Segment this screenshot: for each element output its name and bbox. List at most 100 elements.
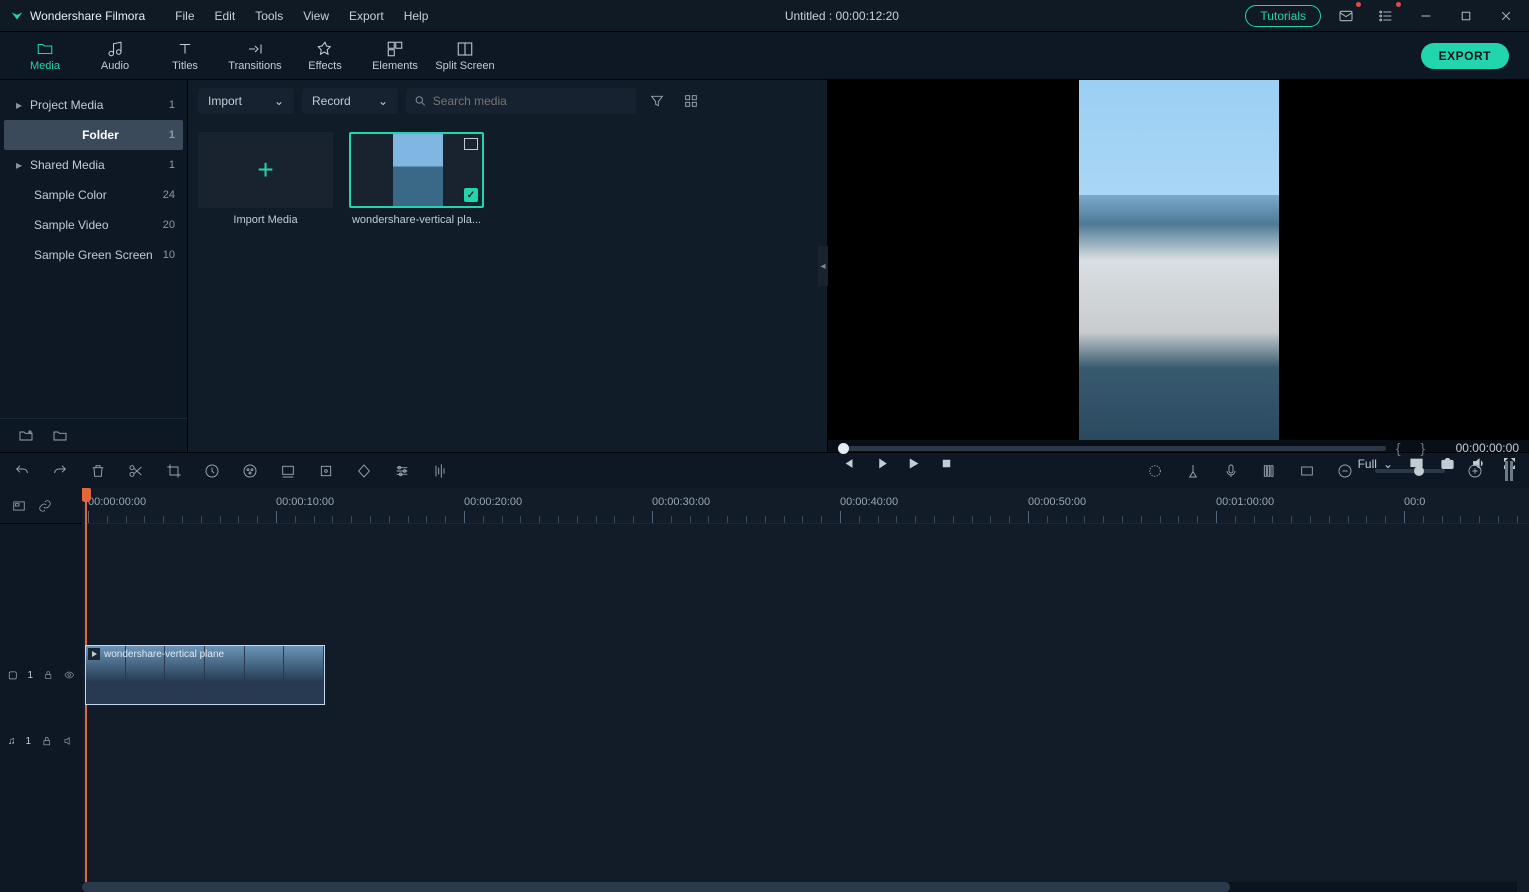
zoom-out-icon[interactable] — [1337, 463, 1353, 479]
render-icon[interactable] — [1147, 463, 1163, 479]
keyframe-icon[interactable] — [356, 463, 372, 479]
ruler-tick-label: 00:01:00:00 — [1216, 496, 1274, 508]
marker-icon[interactable] — [1185, 463, 1201, 479]
import-dropdown[interactable]: Import⌄ — [198, 88, 294, 114]
search-media-input[interactable] — [406, 88, 636, 114]
audio-track-icon: ♫ — [8, 736, 16, 747]
import-media-card[interactable]: + Import Media — [198, 132, 333, 226]
speed-icon[interactable] — [204, 463, 220, 479]
ruler-tick-label: 00:00:20:00 — [464, 496, 522, 508]
track-size-icon[interactable] — [1299, 463, 1315, 479]
tree-shared-media[interactable]: ▸Shared Media1 — [0, 150, 187, 180]
open-folder-icon[interactable] — [52, 428, 68, 444]
zoom-fit-icon[interactable] — [1505, 461, 1515, 481]
export-button[interactable]: EXPORT — [1421, 43, 1509, 69]
ruler-tick-label: 00:00:50:00 — [1028, 496, 1086, 508]
panel-tabs: Media Audio Titles Transitions Effects E… — [0, 32, 1529, 80]
mark-in-out-icon[interactable]: { } — [1396, 440, 1429, 456]
link-icon[interactable] — [38, 499, 52, 513]
search-field[interactable] — [433, 94, 628, 108]
tree-folder[interactable]: Folder1 — [4, 120, 183, 150]
redo-icon[interactable] — [52, 463, 68, 479]
clip-play-icon — [88, 648, 100, 660]
record-voiceover-icon[interactable] — [1223, 463, 1239, 479]
mute-icon[interactable] — [63, 734, 74, 748]
grid-view-icon[interactable] — [678, 88, 704, 114]
timeline-clip[interactable]: wondershare-vertical plane — [85, 645, 325, 705]
green-screen-icon[interactable] — [280, 463, 296, 479]
lock-icon[interactable] — [41, 734, 52, 748]
record-dropdown[interactable]: Record⌄ — [302, 88, 398, 114]
delete-icon[interactable] — [90, 463, 106, 479]
tab-media[interactable]: Media — [10, 32, 80, 80]
step-back-icon[interactable] — [840, 456, 855, 471]
video-track-head[interactable]: ▢1 — [0, 645, 82, 705]
ruler-tick-label: 00:0 — [1404, 496, 1425, 508]
ruler-tick-label: 00:00:30:00 — [652, 496, 710, 508]
media-clip-card[interactable]: wondershare-vertical pla... — [349, 132, 484, 226]
tab-elements[interactable]: Elements — [360, 32, 430, 80]
menu-view[interactable]: View — [293, 5, 339, 27]
menu-help[interactable]: Help — [394, 5, 439, 27]
messages-icon[interactable] — [1331, 2, 1361, 30]
collapse-media-handle[interactable]: ◂ — [818, 246, 828, 286]
mixer-icon[interactable] — [1261, 463, 1277, 479]
window-maximize[interactable] — [1451, 2, 1481, 30]
clip-label: wondershare-vertical plane — [104, 649, 224, 660]
zoom-in-icon[interactable] — [1467, 463, 1483, 479]
tab-titles[interactable]: Titles — [150, 32, 220, 80]
media-clip-label: wondershare-vertical pla... — [349, 214, 484, 226]
import-media-label: Import Media — [198, 214, 333, 226]
chevron-down-icon: ⌄ — [378, 94, 388, 108]
filter-icon[interactable] — [644, 88, 670, 114]
undo-icon[interactable] — [14, 463, 30, 479]
preview-scrubber[interactable] — [838, 446, 1386, 451]
tab-split-screen[interactable]: Split Screen — [430, 32, 500, 80]
new-folder-icon[interactable] — [18, 428, 34, 444]
timeline-options-icon[interactable] — [12, 499, 26, 513]
menu-file[interactable]: File — [165, 5, 204, 27]
tree-sample-green-screen[interactable]: Sample Green Screen10 — [0, 240, 187, 270]
timeline-h-scrollbar[interactable] — [82, 882, 1517, 892]
tree-sample-video[interactable]: Sample Video20 — [0, 210, 187, 240]
preview-viewport[interactable] — [828, 80, 1529, 440]
search-icon — [414, 94, 427, 108]
plus-icon: + — [257, 154, 273, 186]
lock-icon[interactable] — [43, 668, 53, 682]
audio-adjust-icon[interactable] — [432, 463, 448, 479]
motion-tracking-icon[interactable] — [318, 463, 334, 479]
app-name: Wondershare Filmora — [30, 9, 145, 23]
play-pause-icon[interactable] — [873, 456, 888, 471]
tab-transitions[interactable]: Transitions — [220, 32, 290, 80]
tree-project-media[interactable]: ▸Project Media1 — [0, 90, 187, 120]
window-minimize[interactable] — [1411, 2, 1441, 30]
preview-panel: { } 00:00:00:00 Full⌄ — [827, 80, 1529, 452]
timeline-ruler[interactable]: 00:00:00:0000:00:10:0000:00:20:0000:00:3… — [82, 488, 1529, 524]
tree-sample-color[interactable]: Sample Color24 — [0, 180, 187, 210]
visibility-icon[interactable] — [64, 668, 74, 682]
ruler-tick-label: 00:00:40:00 — [840, 496, 898, 508]
play-icon[interactable] — [906, 456, 921, 471]
timeline-body[interactable]: 00:00:00:0000:00:10:0000:00:20:0000:00:3… — [82, 488, 1529, 892]
selected-check-icon — [464, 188, 478, 202]
tab-audio[interactable]: Audio — [80, 32, 150, 80]
menu-tools[interactable]: Tools — [245, 5, 293, 27]
adjust-icon[interactable] — [394, 463, 410, 479]
zoom-slider[interactable] — [1375, 469, 1445, 473]
timeline: ▢1 ♫1 00:00:00:0000:00:10:0000:00:20:000… — [0, 488, 1529, 892]
tab-effects[interactable]: Effects — [290, 32, 360, 80]
window-close[interactable] — [1491, 2, 1521, 30]
audio-track-head[interactable]: ♫1 — [0, 711, 82, 771]
preview-timecode: 00:00:00:00 — [1439, 441, 1519, 455]
stop-icon[interactable] — [939, 456, 954, 471]
color-icon[interactable] — [242, 463, 258, 479]
crop-icon[interactable] — [166, 463, 182, 479]
title-bar: Wondershare Filmora File Edit Tools View… — [0, 0, 1529, 32]
tutorials-button[interactable]: Tutorials — [1245, 5, 1321, 27]
app-logo-icon — [10, 9, 24, 23]
tasks-icon[interactable] — [1371, 2, 1401, 30]
menu-edit[interactable]: Edit — [205, 5, 246, 27]
media-tree-panel: ▸Project Media1 Folder1 ▸Shared Media1 S… — [0, 80, 188, 452]
menu-export[interactable]: Export — [339, 5, 394, 27]
split-icon[interactable] — [128, 463, 144, 479]
